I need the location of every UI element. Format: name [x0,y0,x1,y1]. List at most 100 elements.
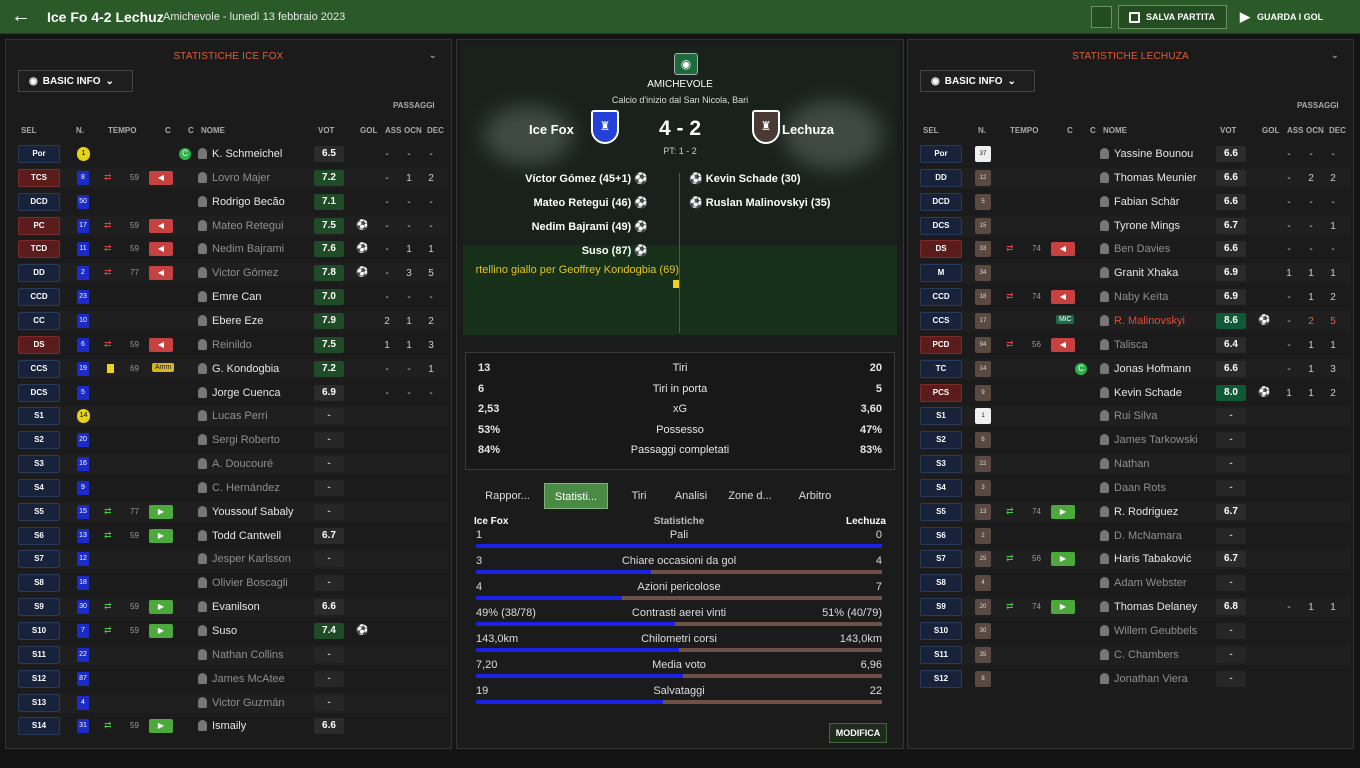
player-row[interactable]: S10 30 Willem Geubbels - [920,621,1350,641]
column-header[interactable]: VOT [318,126,334,135]
away-filter-dropdown[interactable]: ◉ BASIC INFO ⌄ [920,70,1035,92]
column-header[interactable]: C [1067,126,1073,135]
player-name[interactable]: Fabian Schär [1114,196,1179,208]
player-name[interactable]: Nathan Collins [212,649,284,661]
player-name[interactable]: Yassine Bounou [1114,148,1193,160]
player-name[interactable]: Ebere Eze [212,315,263,327]
player-name[interactable]: Youssouf Sabaly [212,506,294,518]
column-header[interactable]: TEMPO [108,126,136,135]
player-row[interactable]: S12 87 James McAtee - [18,669,448,689]
player-name[interactable]: Victor Gómez [212,267,278,279]
player-row[interactable]: DCD 50 Rodrigo Becão 7.1 - - - [18,192,448,212]
player-name[interactable]: Rui Silva [1114,410,1157,422]
player-row[interactable]: S2 20 Sergi Roberto - [18,430,448,450]
column-header[interactable]: OCN [404,126,422,135]
column-header[interactable]: GOL [360,126,377,135]
column-header[interactable]: N. [76,126,84,135]
tab-1[interactable]: Statisti... [544,483,608,509]
player-row[interactable]: S6 13 ⇄ 59 ▶ Todd Cantwell 6.7 [18,526,448,546]
player-row[interactable]: DD 12 Thomas Meunier 6.6 - 2 2 [920,167,1350,188]
tab-3[interactable]: Analisi [664,483,718,509]
player-name[interactable]: Suso [212,625,237,637]
player-row[interactable]: S6 2 D. McNamara - [920,526,1350,546]
save-match-button[interactable]: SALVA PARTITA [1118,5,1227,29]
player-row[interactable]: S5 13 ⇄ 74 ▶ R. Rodriguez 6.7 [920,501,1350,522]
player-row[interactable]: TC 14 C Jonas Hofmann 6.6 - 1 3 [920,358,1350,379]
toolbar-toggle-button[interactable] [1091,6,1112,28]
player-name[interactable]: Rodrigo Becão [212,196,285,208]
column-header[interactable]: ASS [385,126,401,135]
player-row[interactable]: Por 1 C K. Schmeichel 6.5 - - - [18,144,448,164]
player-name[interactable]: Talisca [1114,339,1148,351]
modify-button[interactable]: MODIFICA [829,723,887,743]
player-row[interactable]: M 34 Granit Xhaka 6.9 1 1 1 [920,263,1350,284]
player-row[interactable]: S3 22 Nathan - [920,454,1350,475]
player-row[interactable]: CCD 23 Emre Can 7.0 - - - [18,287,448,307]
player-name[interactable]: Nedim Bajrami [212,243,284,255]
player-row[interactable]: DCD 5 Fabian Schär 6.6 - - - [920,192,1350,212]
player-name[interactable]: Reinildo [212,339,252,351]
player-row[interactable]: S7 25 ⇄ 56 ▶ Haris Tabaković 6.7 [920,549,1350,570]
player-name[interactable]: Willem Geubbels [1114,625,1197,637]
player-row[interactable]: S10 7 ⇄ 59 ▶ Suso 7.4 ⚽ [18,621,448,641]
column-header[interactable]: VOT [1220,126,1236,135]
player-row[interactable]: CCS 17 MiC R. Malinovskyi 8.6 ⚽ - 2 5 [920,310,1350,331]
player-row[interactable]: S8 18 Olivier Boscagli - [18,573,448,593]
column-header[interactable]: C [1090,126,1096,135]
chevron-down-icon[interactable]: ⌄ [429,50,437,61]
column-header[interactable]: DEC [427,126,444,135]
player-name[interactable]: Jonas Hofmann [1114,363,1191,375]
chevron-down-icon[interactable]: ⌄ [1331,50,1339,61]
player-name[interactable]: Naby Keïta [1114,291,1168,303]
player-name[interactable]: R. Rodriguez [1114,506,1178,518]
column-header[interactable]: OCN [1306,126,1324,135]
player-row[interactable]: TCS 8 ⇄ 59 ◀ Lovro Majer 7.2 - 1 2 [18,167,448,188]
player-row[interactable]: S4 9 C. Hernández - [18,478,448,498]
tab-5[interactable]: Arbitro [783,483,847,509]
player-name[interactable]: Thomas Meunier [1114,172,1197,184]
player-name[interactable]: Haris Tabaković [1114,553,1191,565]
player-row[interactable]: DCS 15 Tyrone Mings 6.7 - - 1 [920,215,1350,236]
player-name[interactable]: Daan Rots [1114,482,1166,494]
column-header[interactable]: TEMPO [1010,126,1038,135]
player-name[interactable]: Lovro Majer [212,172,270,184]
tab-4[interactable]: Zone d... [718,483,782,509]
player-name[interactable]: G. Kondogbia [212,363,279,375]
home-filter-dropdown[interactable]: ◉ BASIC INFO ⌄ [18,70,133,92]
player-name[interactable]: Jesper Karlsson [212,553,291,565]
player-name[interactable]: Adam Webster [1114,577,1187,589]
player-row[interactable]: CCD 18 ⇄ 74 ◀ Naby Keïta 6.9 - 1 2 [920,287,1350,307]
player-row[interactable]: TCD 11 ⇄ 59 ◀ Nedim Bajrami 7.6 ⚽ -1 1 [18,239,448,259]
player-row[interactable]: S5 15 ⇄ 77 ▶ Youssouf Sabaly - [18,501,448,522]
player-name[interactable]: R. Malinovskyi [1114,315,1185,327]
player-name[interactable]: Jonathan Viera [1114,673,1188,685]
column-header[interactable]: NOME [201,126,225,135]
player-name[interactable]: Jorge Cuenca [212,387,281,399]
player-row[interactable]: DS 33 ⇄ 74 ◀ Ben Davies 6.6 - - - [920,239,1350,259]
player-name[interactable]: Thomas Delaney [1114,601,1197,613]
player-row[interactable]: S1 1 Rui Silva - [920,406,1350,427]
player-row[interactable]: S14 31 ⇄ 59 ▶ Ismaily 6.6 [18,716,448,736]
player-row[interactable]: S11 22 Nathan Collins - [18,644,448,665]
player-name[interactable]: D. McNamara [1114,530,1182,542]
tab-2[interactable]: Tiri [615,483,663,509]
player-name[interactable]: A. Doucouré [212,458,273,470]
column-header[interactable]: C [165,126,171,135]
player-row[interactable]: CC 10 Ebere Eze 7.9 2 1 2 [18,310,448,331]
player-name[interactable]: C. Chambers [1114,649,1179,661]
player-name[interactable]: K. Schmeichel [212,148,282,160]
player-row[interactable]: S8 4 Adam Webster - [920,573,1350,593]
player-name[interactable]: Granit Xhaka [1114,267,1178,279]
player-name[interactable]: C. Hernández [212,482,280,494]
player-row[interactable]: S11 35 C. Chambers - [920,644,1350,665]
column-header[interactable]: C [188,126,194,135]
player-row[interactable]: DD 2 ⇄ 77 ◀ Victor Gómez 7.8 ⚽ - 3 5 [18,263,448,284]
player-name[interactable]: Olivier Boscagli [212,577,288,589]
player-row[interactable]: PCD 94 ⇄ 56 ◀ Talisca 6.4 - 1 1 [920,335,1350,355]
player-row[interactable]: S4 3 Daan Rots - [920,478,1350,498]
column-header[interactable]: DEC [1329,126,1346,135]
tab-0[interactable]: Rappor... [472,483,543,509]
player-name[interactable]: Sergi Roberto [212,434,280,446]
player-name[interactable]: Victor Guzmán [212,697,285,709]
player-row[interactable]: S1 14 Lucas Perri - [18,406,448,427]
